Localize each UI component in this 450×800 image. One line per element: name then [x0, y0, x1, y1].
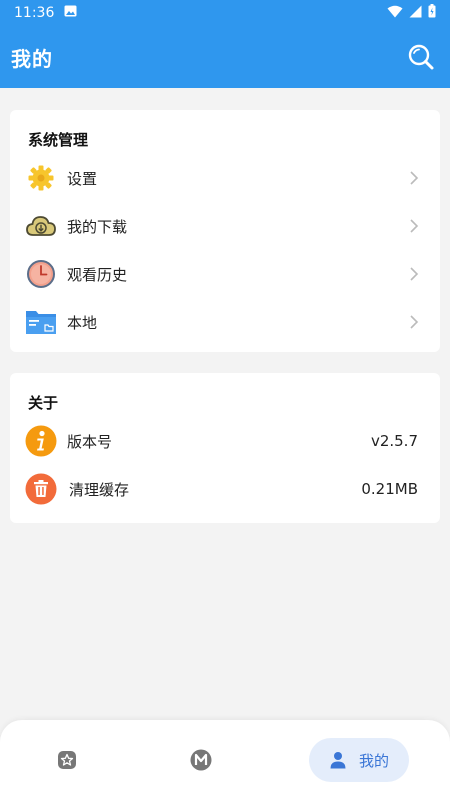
downloads-label: 我的下载	[67, 217, 128, 236]
nav-mine-label: 我的	[358, 751, 389, 770]
local-label: 本地	[67, 313, 98, 332]
version-row[interactable]: 版本号 v2.5.7	[10, 417, 440, 465]
cache-size-value: 0.21MB	[361, 480, 418, 498]
battery-icon	[428, 4, 436, 22]
chevron-right-icon	[410, 171, 419, 185]
search-icon	[408, 44, 434, 70]
nav-mine[interactable]: 我的	[309, 738, 409, 782]
status-bar: 11:36	[0, 0, 450, 26]
page-title: 我的	[11, 46, 53, 71]
clock-icon	[25, 258, 57, 290]
star-icon	[58, 751, 76, 769]
app-bar: 我的	[0, 26, 450, 88]
nav-favorites[interactable]	[50, 738, 84, 782]
search-button[interactable]	[406, 42, 436, 72]
signal-icon	[409, 5, 422, 22]
chevron-right-icon	[410, 219, 419, 233]
system-management-card: 系统管理 设置 我的下载 观看历史 本地	[10, 110, 440, 352]
system-section-title: 系统管理	[28, 131, 89, 149]
settings-label: 设置	[67, 169, 98, 188]
wifi-icon	[387, 5, 403, 22]
info-icon	[25, 425, 57, 457]
trash-icon	[25, 473, 57, 505]
m-icon	[190, 749, 212, 771]
settings-row[interactable]: 设置	[10, 154, 440, 202]
gear-icon	[25, 162, 57, 194]
version-label: 版本号	[67, 432, 113, 451]
image-notification-icon	[64, 5, 77, 21]
nav-m[interactable]	[184, 738, 218, 782]
status-time: 11:36	[14, 5, 55, 21]
chevron-right-icon	[410, 315, 419, 329]
local-row[interactable]: 本地	[10, 298, 440, 346]
version-value: v2.5.7	[370, 432, 418, 450]
bottom-navigation: 我的	[0, 720, 450, 800]
cloud-download-icon	[25, 210, 57, 242]
history-row[interactable]: 观看历史	[10, 250, 440, 298]
about-section-title: 关于	[28, 394, 59, 412]
downloads-row[interactable]: 我的下载	[10, 202, 440, 250]
chevron-right-icon	[410, 267, 419, 281]
person-icon	[330, 752, 346, 769]
about-card: 关于 版本号 v2.5.7 清理缓存 0.21MB	[10, 373, 440, 523]
clear-cache-row[interactable]: 清理缓存 0.21MB	[10, 465, 440, 513]
folder-icon	[25, 306, 57, 338]
history-label: 观看历史	[67, 265, 128, 284]
clear-cache-label: 清理缓存	[69, 480, 130, 499]
